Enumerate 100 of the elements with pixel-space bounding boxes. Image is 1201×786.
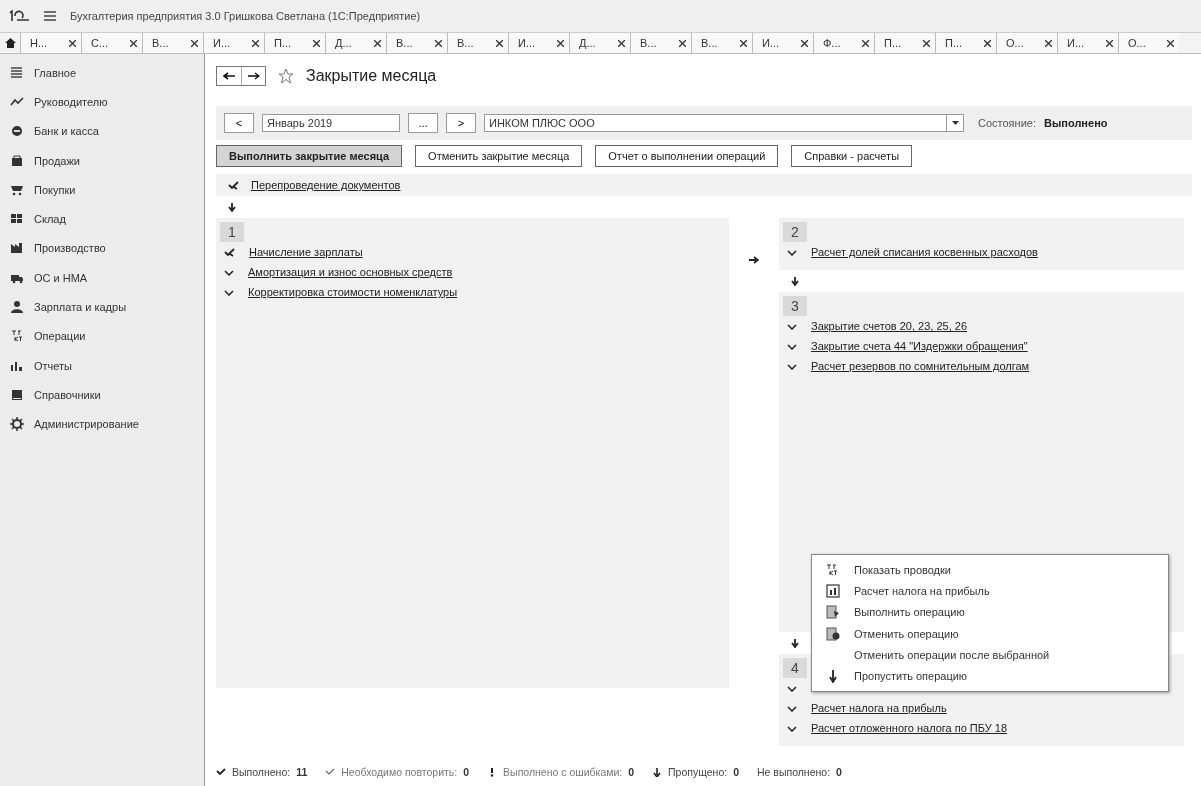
action-button[interactable]: Выполнить закрытие месяца: [216, 145, 403, 167]
operation-link[interactable]: Закрытие счета 44 "Издержки обращения": [811, 340, 1028, 352]
sidebar-item[interactable]: Банк и касса: [34, 125, 99, 138]
close-icon[interactable]: [557, 39, 564, 47]
operation-link[interactable]: Закрытие счетов 20, 23, 25, 26: [811, 320, 968, 332]
sidebar-item[interactable]: Главное: [34, 66, 77, 79]
operation-link[interactable]: Расчет долей списания косвенных расходов: [811, 246, 1038, 258]
tab[interactable]: В...: [691, 33, 752, 53]
operation-link[interactable]: Расчет резервов по сомнительным долгам: [811, 360, 1030, 372]
operation-link[interactable]: Начисление зарплаты: [249, 246, 363, 258]
status-label: Необходимо повторить:: [341, 766, 458, 778]
tab[interactable]: О...: [996, 33, 1057, 53]
close-icon[interactable]: [130, 39, 137, 47]
tab[interactable]: В...: [447, 33, 508, 53]
operation-link[interactable]: Расчет отложенного налога по ПБУ 18: [811, 722, 1008, 734]
close-icon[interactable]: [1045, 39, 1052, 47]
tab[interactable]: И...: [752, 33, 813, 53]
tab[interactable]: И...: [508, 33, 569, 53]
close-icon[interactable]: [496, 39, 503, 47]
check-icon: [787, 684, 797, 692]
debit-credit-icon: [826, 562, 840, 577]
tab[interactable]: Д...: [325, 33, 386, 53]
check-icon: [787, 322, 797, 330]
tab[interactable]: О...: [1118, 33, 1179, 53]
action-button[interactable]: Отменить закрытие месяца: [415, 145, 583, 167]
sidebar-item[interactable]: Администрирование: [34, 418, 139, 431]
tab[interactable]: Ф...: [813, 33, 874, 53]
close-icon[interactable]: [862, 39, 869, 47]
operation-link[interactable]: Корректировка стоимости номенклатуры: [248, 286, 458, 298]
sidebar-item[interactable]: Покупки: [34, 183, 76, 196]
close-icon[interactable]: [435, 39, 442, 47]
menu-item[interactable]: Выполнить операцию: [854, 606, 965, 619]
status-count: 0: [733, 766, 739, 778]
organization-field[interactable]: ИНКОМ ПЛЮС ООО: [484, 114, 964, 132]
tab[interactable]: В...: [630, 33, 691, 53]
close-icon[interactable]: [1167, 39, 1174, 47]
operation-link[interactable]: Амортизация и износ основных средств: [248, 266, 453, 278]
tab[interactable]: Д...: [569, 33, 630, 53]
menu-item[interactable]: Пропустить операцию: [854, 670, 968, 683]
sidebar-item[interactable]: Справочники: [34, 388, 101, 401]
previous-period-button[interactable]: <: [224, 113, 254, 133]
tab[interactable]: В...: [142, 33, 203, 53]
sidebar-item[interactable]: ОС и НМА: [34, 271, 88, 284]
person-icon: [10, 300, 24, 314]
check-icon: [787, 342, 797, 350]
close-icon[interactable]: [618, 39, 625, 47]
close-icon[interactable]: [679, 39, 686, 47]
close-icon[interactable]: [801, 39, 808, 47]
down-arrow-icon: [228, 202, 236, 212]
tab[interactable]: П...: [264, 33, 325, 53]
sidebar-item[interactable]: Отчеты: [34, 359, 73, 372]
document-run-icon: [826, 605, 840, 620]
debit-credit-icon: [10, 329, 24, 344]
close-icon[interactable]: [1106, 39, 1113, 47]
home-icon: [4, 38, 16, 48]
close-icon[interactable]: [191, 39, 198, 47]
state-label: Состояние:: [978, 117, 1036, 129]
sidebar-item[interactable]: Склад: [34, 213, 66, 226]
tab[interactable]: С...: [81, 33, 142, 53]
menu-item[interactable]: Показать проводки: [854, 563, 951, 576]
sidebar-item[interactable]: Производство: [34, 242, 106, 255]
period-field[interactable]: Январь 2019: [262, 114, 400, 132]
star-icon[interactable]: [278, 68, 294, 84]
operation-link[interactable]: Расчет налога на прибыль: [811, 702, 947, 714]
close-icon[interactable]: [313, 39, 320, 47]
back-arrow-icon: [223, 72, 235, 80]
close-icon[interactable]: [69, 39, 76, 47]
state-value: Выполнено: [1043, 117, 1108, 129]
action-button[interactable]: Справки - расчеты: [791, 145, 913, 167]
sidebar-item[interactable]: Операции: [34, 330, 86, 343]
right-arrow-icon: [749, 256, 759, 264]
close-icon[interactable]: [984, 39, 991, 47]
tab[interactable]: И...: [203, 33, 264, 53]
tab[interactable]: И...: [1057, 33, 1118, 53]
menu-icon[interactable]: [44, 11, 56, 21]
tab[interactable]: Н...: [20, 33, 81, 53]
tab[interactable]: В...: [386, 33, 447, 53]
action-button[interactable]: Отчет о выполнении операций: [595, 145, 779, 167]
double-check-icon: [224, 247, 235, 257]
sidebar-item[interactable]: Зарплата и кадры: [34, 301, 127, 313]
close-icon[interactable]: [740, 39, 747, 47]
sidebar-item[interactable]: Продажи: [34, 154, 80, 167]
close-icon[interactable]: [923, 39, 930, 47]
menu-item[interactable]: Отменить операцию: [854, 627, 959, 640]
choose-period-button[interactable]: ...: [408, 113, 438, 133]
operation-link[interactable]: Перепроведение документов: [251, 179, 401, 191]
tab[interactable]: П...: [935, 33, 996, 53]
sidebar-item[interactable]: Руководителю: [34, 95, 108, 108]
menu-item[interactable]: Отменить операции после выбранной: [854, 648, 1050, 661]
check-icon: [787, 362, 797, 370]
close-icon[interactable]: [374, 39, 381, 47]
close-icon[interactable]: [252, 39, 259, 47]
next-period-button[interactable]: >: [446, 113, 476, 133]
menu-item[interactable]: Расчет налога на прибыль: [854, 584, 990, 597]
down-arrow-icon: [791, 638, 799, 648]
tab[interactable]: П...: [874, 33, 935, 53]
group-number: 1: [220, 222, 244, 242]
dropdown-icon[interactable]: [951, 121, 959, 125]
group-number: 3: [783, 296, 807, 316]
group-number: 2: [783, 222, 807, 242]
